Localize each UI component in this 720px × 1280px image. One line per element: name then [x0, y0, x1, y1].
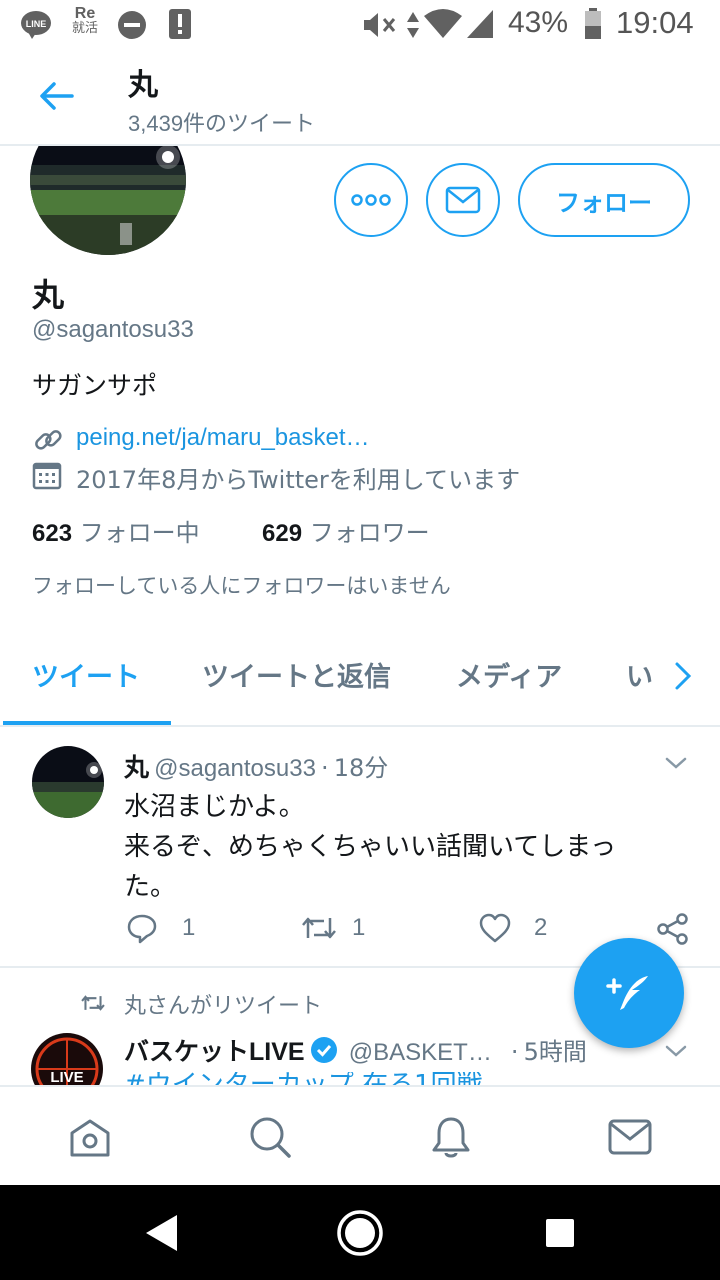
- like-count: 2: [534, 914, 548, 941]
- svg-text:LIVE: LIVE: [50, 1069, 83, 1086]
- tweet-count: 3,439件のツイート: [128, 111, 316, 136]
- tweet-separator: ·: [321, 754, 329, 782]
- like-action[interactable]: 2: [478, 912, 547, 944]
- follow-button[interactable]: フォロー: [518, 163, 690, 237]
- tweet-text-line: た。: [124, 872, 177, 902]
- clock: 19:04: [616, 5, 694, 40]
- back-arrow-icon[interactable]: [38, 80, 74, 112]
- reply-icon: [127, 914, 157, 944]
- tab-tweets-replies[interactable]: ツイートと返信: [202, 655, 391, 694]
- re-icon: Re 就活: [68, 6, 102, 42]
- tab-media[interactable]: メディア: [456, 655, 562, 694]
- compose-tweet-button[interactable]: [574, 938, 684, 1048]
- minus-circle-icon: [117, 10, 147, 40]
- calendar-icon: [32, 460, 62, 490]
- tweet-text: 水沼まじかよ。 来るぞ、めちゃくちゃいい話聞いてしまっ た。: [124, 787, 684, 907]
- battery-icon: [584, 8, 602, 40]
- tweet-text-line: 来るぞ、めちゃくちゃいい話聞いてしまっ: [124, 832, 617, 862]
- tweet-author-name[interactable]: 丸: [124, 753, 149, 782]
- tweet2-text-partial: #ウインターカップ 在る1回戦: [124, 1072, 594, 1085]
- tweet-menu-chevron-icon[interactable]: [664, 755, 688, 771]
- tweet2-menu-chevron-icon[interactable]: [664, 1043, 688, 1059]
- search-icon[interactable]: [248, 1115, 292, 1159]
- tab-likes[interactable]: い: [626, 655, 654, 694]
- retweeted-icon: [80, 992, 106, 1014]
- re-label: Re: [74, 5, 96, 22]
- alert-icon: [168, 8, 192, 40]
- tweet2-author-handle: @BASKET…: [348, 1039, 492, 1066]
- profile-name: 丸: [32, 276, 65, 314]
- following-stat[interactable]: 623 フォロー中: [32, 513, 200, 548]
- link-icon: [32, 424, 64, 456]
- profile-handle: @sagantosu33: [32, 316, 194, 343]
- retweet-icon: [302, 917, 336, 939]
- messages-envelope-icon[interactable]: [608, 1119, 652, 1155]
- followers-label: フォロワー: [309, 519, 430, 547]
- following-count: 623: [32, 520, 73, 547]
- re-sub-label: 就活: [71, 21, 98, 36]
- profile-link[interactable]: peing.net/ja/maru_basket…: [76, 424, 370, 452]
- tweet2-separator: ·: [510, 1038, 519, 1066]
- tweet-author-handle: @sagantosu33: [154, 755, 316, 782]
- header-title: 丸: [128, 68, 158, 103]
- message-button[interactable]: [426, 163, 500, 237]
- tweet2-text: #ウインターカップ 在る1回戦: [124, 1072, 594, 1085]
- recent-apps-square-icon[interactable]: [545, 1218, 575, 1248]
- heart-icon: [479, 913, 511, 943]
- home-icon[interactable]: [68, 1117, 112, 1159]
- bottom-nav: [0, 1085, 720, 1185]
- android-nav-bar: [0, 1185, 720, 1280]
- retweet-count: 1: [352, 914, 366, 941]
- followers-stat[interactable]: 629 フォロワー: [262, 513, 430, 548]
- line-icon: LINE: [20, 10, 52, 40]
- data-arrows-icon: [406, 10, 420, 40]
- signal-icon: [465, 8, 495, 40]
- more-dots-icon: [351, 194, 391, 206]
- reply-count: 1: [182, 914, 196, 941]
- tweet-avatar[interactable]: [32, 746, 104, 818]
- joined-date: 2017年8月からTwitterを利用しています: [76, 466, 521, 494]
- reply-action[interactable]: 1: [126, 912, 195, 944]
- more-options-button[interactable]: [334, 163, 408, 237]
- tabs-divider: [0, 725, 720, 727]
- profile-header: 丸 3,439件のツイート: [0, 50, 720, 146]
- share-icon[interactable]: [656, 912, 690, 946]
- profile-bio: サガンサポ: [32, 371, 158, 400]
- tab-scroll-right-icon[interactable]: [672, 660, 694, 692]
- compose-feather-icon: [606, 976, 648, 1010]
- mute-icon: [362, 11, 398, 39]
- svg-text:LINE: LINE: [26, 19, 47, 29]
- tab-tweets[interactable]: ツイート: [32, 655, 140, 694]
- notifications-bell-icon[interactable]: [430, 1115, 472, 1161]
- retweet-action[interactable]: 1: [300, 912, 365, 944]
- tweet2-author-name[interactable]: バスケットLIVE: [124, 1038, 305, 1066]
- followers-count: 629: [262, 520, 303, 547]
- mutual-followers-notice: フォローしている人にフォロワーはいません: [32, 574, 451, 598]
- envelope-icon: [445, 186, 481, 214]
- retweeted-by-label: 丸さんがリツイート: [124, 994, 323, 1019]
- battery-percent: 43%: [508, 6, 569, 39]
- tweet2-header: バスケットLIVE @BASKET… · 5時間: [124, 1032, 644, 1072]
- home-circle-icon[interactable]: [336, 1209, 384, 1257]
- tweet-time: 18分: [333, 754, 389, 782]
- wifi-icon: [423, 8, 463, 40]
- verified-badge-icon: [310, 1037, 337, 1063]
- tweet2-time: 5時間: [523, 1038, 587, 1066]
- back-triangle-icon[interactable]: [143, 1213, 179, 1253]
- tweet-header: 丸 @sagantosu33 · 18分: [124, 748, 388, 784]
- tweet-text-line: 水沼まじかよ。: [124, 792, 305, 822]
- following-label: フォロー中: [79, 519, 200, 547]
- status-bar: LINE Re 就活 43% 19:04: [0, 0, 720, 50]
